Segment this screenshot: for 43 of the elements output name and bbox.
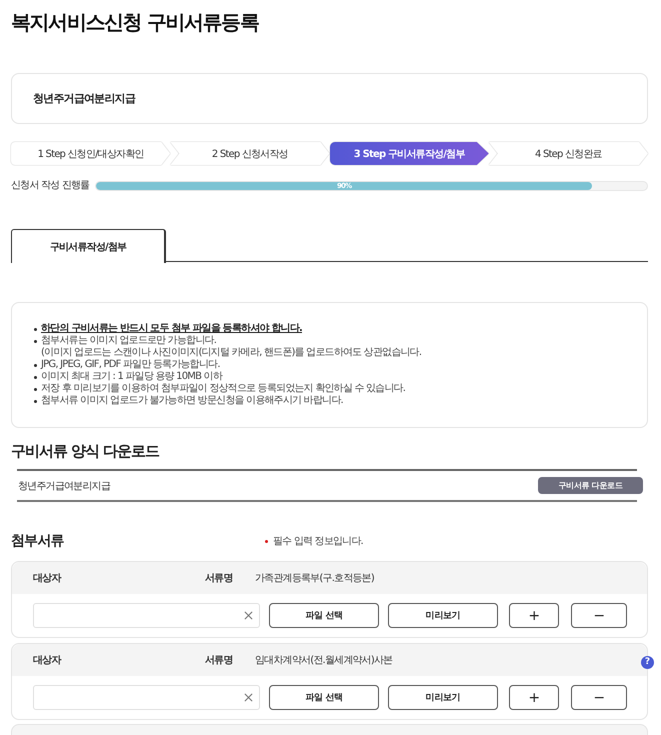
progress-label: 신청서 작성 진행률 <box>11 181 90 191</box>
notice-text: 첨부서류는 이미지 업로드로만 가능합니다. <box>41 335 216 347</box>
page-title: 복지서비스신청 구비서류등록 <box>11 9 258 36</box>
form-name: 청년주거급여분리지급 <box>18 480 110 492</box>
bullet-icon <box>34 340 37 343</box>
help-button[interactable]: ? <box>641 656 654 669</box>
remove-button[interactable]: − <box>571 603 627 628</box>
download-button[interactable]: 구비서류 다운로드 <box>538 477 643 494</box>
file-field[interactable] <box>33 685 260 710</box>
clear-icon[interactable] <box>244 611 253 620</box>
remove-button[interactable]: − <box>571 685 627 710</box>
section-heading: 첨부서류 <box>11 532 64 551</box>
document-label: 서류명 <box>205 654 233 667</box>
bullet-icon <box>34 388 37 391</box>
step-tab[interactable]: 3 Step 구비서류작성/첨부 <box>330 142 489 165</box>
service-name: 청년주거급여분리지급 <box>33 91 136 106</box>
section-heading: 구비서류 양식 다운로드 <box>11 441 159 461</box>
notice-text: (이미지 업로드는 스캔이나 사진이미지(디지털 카메라, 핸드폰)를 업로드하여도 상관없습니다. <box>41 347 422 359</box>
notice-text: 저장 후 미리보기를 이용하여 첨부파일이 정상적으로 등록되었는지 확인하실 수 있습니다. <box>41 383 406 395</box>
file-select-button[interactable]: 파일 선택 <box>269 685 379 710</box>
bullet-icon <box>34 376 37 379</box>
clear-icon[interactable] <box>244 693 253 702</box>
document-name: 가족관계등록부(구.호적등본) <box>255 572 374 585</box>
required-dot-icon <box>265 540 268 542</box>
subject-label: 대상자 <box>33 572 61 585</box>
required-note: 필수 입력 정보입니다. <box>273 535 363 548</box>
notice-text: JPG, JPEG, GIF, PDF 파일만 등록가능합니다. <box>41 359 220 371</box>
add-button[interactable]: + <box>509 603 559 628</box>
bullet-icon <box>34 364 37 367</box>
file-select-button[interactable]: 파일 선택 <box>269 603 379 628</box>
preview-button[interactable]: 미리보기 <box>388 685 498 710</box>
bullet-icon <box>34 400 37 403</box>
document-label: 서류명 <box>205 572 233 585</box>
document-name: 임대차계약서(전.월세계약서)사본 <box>255 654 392 667</box>
bullet-icon <box>34 328 37 331</box>
add-button[interactable]: + <box>509 685 559 710</box>
file-field[interactable] <box>33 603 260 628</box>
notice-text: 첨부서류 이미지 업로드가 불가능하면 방문신청을 이용해주시기 바랍니다. <box>41 395 343 407</box>
notice-text: 하단의 구비서류는 반드시 모두 첨부 파일을 등록하셔야 합니다. <box>41 323 302 335</box>
notice-text: 이미지 최대 크기 : 1 파일당 용량 10MB 이하 <box>41 371 222 383</box>
section-tab[interactable]: 구비서류작성/첨부 <box>11 229 166 263</box>
subject-label: 대상자 <box>33 654 61 667</box>
preview-button[interactable]: 미리보기 <box>388 603 498 628</box>
